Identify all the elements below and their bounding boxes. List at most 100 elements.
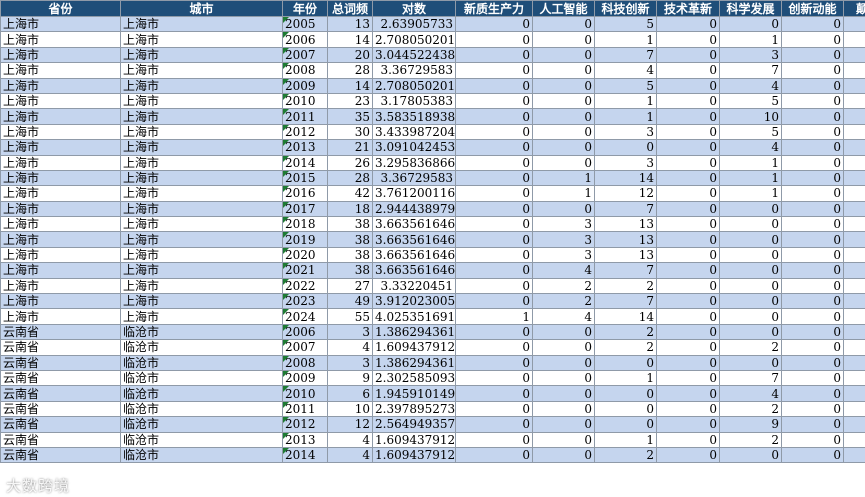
cell-year[interactable]: 2017 <box>282 200 328 218</box>
cell-tech-innovation[interactable]: 1 <box>594 92 657 110</box>
cell-log[interactable]: 3.044522438 <box>372 46 456 64</box>
cell-new-productivity[interactable]: 0 <box>455 15 533 33</box>
cell-year[interactable]: 2008 <box>282 354 328 371</box>
cell-total-frequency[interactable]: 6 <box>327 385 373 402</box>
cell-year[interactable]: 2010 <box>282 92 328 110</box>
cell-tech-reform[interactable]: 0 <box>656 216 720 233</box>
cell-science-development[interactable]: 0 <box>719 246 782 264</box>
cell-new-productivity[interactable]: 0 <box>455 216 533 233</box>
cell-science-development[interactable]: 7 <box>719 369 782 387</box>
cell-year[interactable]: 2011 <box>282 400 328 418</box>
cell-truncated[interactable] <box>843 169 865 187</box>
cell-city[interactable]: 临沧市 <box>120 385 283 402</box>
cell-log[interactable]: 4.025351691 <box>372 308 456 325</box>
cell-truncated[interactable] <box>843 62 865 79</box>
cell-total-frequency[interactable]: 49 <box>327 293 373 310</box>
cell-total-frequency[interactable]: 30 <box>327 123 373 141</box>
cell-province[interactable]: 上海市 <box>0 123 121 141</box>
cell-province[interactable]: 云南省 <box>0 369 121 387</box>
cell-science-development[interactable]: 1 <box>719 154 782 171</box>
cell-tech-reform[interactable]: 0 <box>656 169 720 187</box>
cell-city[interactable]: 临沧市 <box>120 416 283 433</box>
cell-year[interactable]: 2014 <box>282 446 328 464</box>
cell-ai[interactable]: 0 <box>532 108 595 125</box>
cell-total-frequency[interactable]: 12 <box>327 416 373 433</box>
cell-log[interactable]: 2.708050201 <box>372 77 456 94</box>
cell-city[interactable]: 上海市 <box>120 108 283 125</box>
cell-city[interactable]: 临沧市 <box>120 323 283 341</box>
cell-year[interactable]: 2006 <box>282 323 328 341</box>
cell-science-development[interactable]: 10 <box>719 108 782 125</box>
cell-science-development[interactable]: 0 <box>719 231 782 248</box>
cell-tech-innovation[interactable]: 7 <box>594 46 657 64</box>
cell-tech-reform[interactable]: 0 <box>656 77 720 94</box>
cell-total-frequency[interactable]: 27 <box>327 277 373 295</box>
cell-year[interactable]: 2012 <box>282 123 328 141</box>
cell-total-frequency[interactable]: 28 <box>327 62 373 79</box>
cell-tech-reform[interactable]: 0 <box>656 200 720 218</box>
cell-city[interactable]: 上海市 <box>120 231 283 248</box>
cell-year[interactable]: 2019 <box>282 231 328 248</box>
cell-tech-reform[interactable]: 0 <box>656 308 720 325</box>
cell-year[interactable]: 2010 <box>282 385 328 402</box>
cell-year[interactable]: 2015 <box>282 169 328 187</box>
cell-innovation-momentum[interactable]: 0 <box>781 246 844 264</box>
cell-log[interactable]: 3.36729583 <box>372 169 456 187</box>
cell-science-development[interactable]: 2 <box>719 339 782 356</box>
cell-ai[interactable]: 0 <box>532 385 595 402</box>
cell-year[interactable]: 2009 <box>282 77 328 94</box>
cell-innovation-momentum[interactable]: 0 <box>781 200 844 218</box>
cell-new-productivity[interactable]: 0 <box>455 446 533 464</box>
cell-tech-innovation[interactable]: 2 <box>594 446 657 464</box>
header-total-frequency[interactable]: 总词频 <box>327 0 373 17</box>
cell-province[interactable]: 上海市 <box>0 77 121 94</box>
cell-year[interactable]: 2013 <box>282 431 328 448</box>
cell-ai[interactable]: 0 <box>532 446 595 464</box>
cell-tech-reform[interactable]: 0 <box>656 293 720 310</box>
cell-new-productivity[interactable]: 0 <box>455 169 533 187</box>
cell-city[interactable]: 上海市 <box>120 46 283 64</box>
cell-science-development[interactable]: 0 <box>719 200 782 218</box>
cell-tech-innovation[interactable]: 14 <box>594 169 657 187</box>
cell-log[interactable]: 3.663561646 <box>372 246 456 264</box>
cell-science-development[interactable]: 0 <box>719 216 782 233</box>
cell-province[interactable]: 上海市 <box>0 200 121 218</box>
cell-innovation-momentum[interactable]: 0 <box>781 400 844 418</box>
cell-truncated[interactable] <box>843 123 865 141</box>
cell-ai[interactable]: 0 <box>532 15 595 33</box>
cell-innovation-momentum[interactable]: 0 <box>781 277 844 295</box>
cell-truncated[interactable] <box>843 108 865 125</box>
cell-tech-innovation[interactable]: 3 <box>594 154 657 171</box>
header-innovation-momentum[interactable]: 创新动能 <box>781 0 844 17</box>
cell-truncated[interactable] <box>843 400 865 418</box>
cell-province[interactable]: 上海市 <box>0 108 121 125</box>
cell-tech-innovation[interactable]: 0 <box>594 416 657 433</box>
cell-city[interactable]: 上海市 <box>120 216 283 233</box>
cell-log[interactable]: 3.091042453 <box>372 139 456 156</box>
cell-new-productivity[interactable]: 0 <box>455 231 533 248</box>
cell-innovation-momentum[interactable]: 0 <box>781 169 844 187</box>
cell-tech-reform[interactable]: 0 <box>656 369 720 387</box>
cell-truncated[interactable] <box>843 416 865 433</box>
cell-ai[interactable]: 0 <box>532 123 595 141</box>
cell-science-development[interactable]: 0 <box>719 262 782 279</box>
cell-year[interactable]: 2023 <box>282 293 328 310</box>
cell-year[interactable]: 2020 <box>282 246 328 264</box>
cell-new-productivity[interactable]: 0 <box>455 416 533 433</box>
cell-province[interactable]: 上海市 <box>0 185 121 202</box>
cell-ai[interactable]: 0 <box>532 31 595 48</box>
cell-tech-reform[interactable]: 0 <box>656 154 720 171</box>
cell-province[interactable]: 上海市 <box>0 62 121 79</box>
cell-log[interactable]: 3.663561646 <box>372 216 456 233</box>
cell-tech-innovation[interactable]: 4 <box>594 62 657 79</box>
cell-tech-innovation[interactable]: 0 <box>594 139 657 156</box>
cell-tech-innovation[interactable]: 7 <box>594 293 657 310</box>
cell-new-productivity[interactable]: 0 <box>455 31 533 48</box>
cell-year[interactable]: 2007 <box>282 339 328 356</box>
cell-new-productivity[interactable]: 0 <box>455 246 533 264</box>
cell-city[interactable]: 上海市 <box>120 62 283 79</box>
cell-year[interactable]: 2021 <box>282 262 328 279</box>
cell-truncated[interactable] <box>843 216 865 233</box>
cell-truncated[interactable] <box>843 77 865 94</box>
cell-innovation-momentum[interactable]: 0 <box>781 77 844 94</box>
